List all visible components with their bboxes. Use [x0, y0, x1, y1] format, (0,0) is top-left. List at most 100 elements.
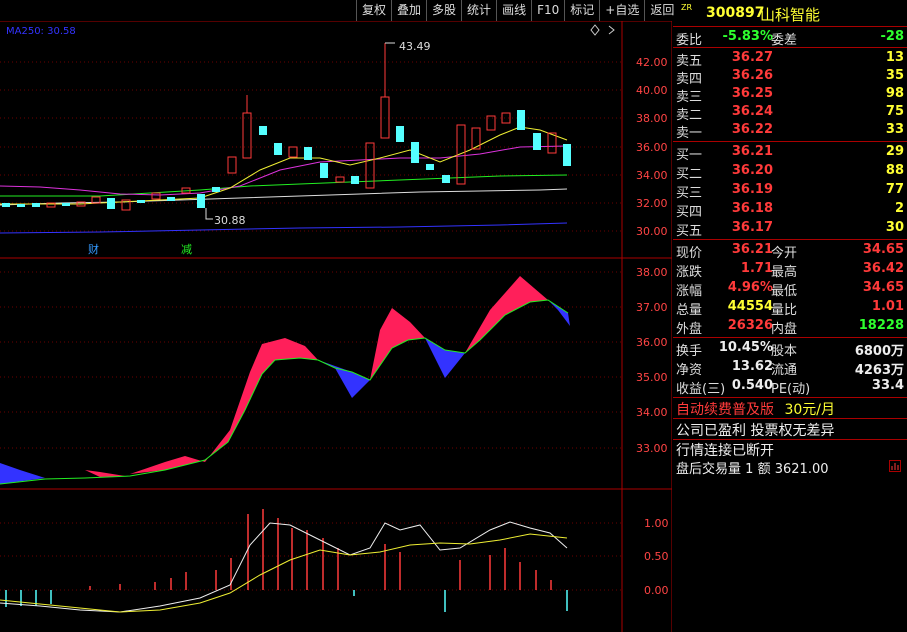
bid-row[interactable]: 买四 36.18 2: [673, 200, 907, 220]
quote-row: 涨跌 1.71 最高 36.42: [673, 260, 907, 280]
bid-row[interactable]: 买一 36.21 29: [673, 143, 907, 163]
osc-tick: 1.00: [644, 517, 669, 530]
ask-volume: 35: [885, 68, 904, 83]
bid-label: 买二: [676, 167, 703, 182]
ask-row[interactable]: 卖二 36.24 75: [673, 103, 907, 123]
fundamental-label: 收益(三): [676, 382, 726, 397]
bid-price: 36.18: [731, 201, 773, 216]
quote-label: 最低: [771, 284, 798, 299]
low-price-marker: 30.88: [214, 214, 246, 227]
quote-panel: ZR 300897 山科智能 委比 -5.83% 委差 -28 卖五 36.27…: [673, 0, 907, 632]
toolbar-fuquan-button[interactable]: 复权: [356, 0, 391, 21]
ask-volume: 98: [885, 86, 904, 101]
ma-mid-line: [0, 174, 568, 197]
toolbar-stats-button[interactable]: 统计: [461, 0, 496, 21]
ask-row[interactable]: 卖一 36.22 33: [673, 121, 907, 141]
bid-volume: 2: [894, 201, 904, 216]
fundamental-value: 33.4: [871, 378, 904, 393]
ask-price: 36.26: [731, 68, 773, 83]
chip-tick: 35.00: [636, 371, 668, 384]
connection-status: 行情连接已断开: [676, 443, 774, 459]
ask-row[interactable]: 卖三 36.25 98: [673, 85, 907, 105]
quote-value: 36.42: [862, 261, 904, 276]
chart-toolbar: 复权 叠加 多股 统计 画线 F10 标记 +自选 返回: [356, 0, 674, 21]
quote-value: 34.65: [862, 242, 904, 257]
event-tag-reduce[interactable]: 减: [181, 243, 192, 256]
quote-row: 总量 44554 量比 1.01: [673, 298, 907, 318]
promo-text: 自动续费普及版: [676, 402, 774, 418]
quote-label: 量比: [771, 303, 798, 318]
promo-price: 30元/月: [784, 402, 835, 418]
chip-tick: 37.00: [636, 301, 668, 314]
quote-value: 1.01: [871, 299, 904, 314]
quote-label: 最高: [771, 265, 798, 280]
ask-volume: 75: [885, 104, 904, 119]
osc-white-line: [0, 521, 568, 613]
order-ratio-value: -5.83%: [722, 29, 774, 44]
company-notice: 公司已盈利 投票权无差异: [676, 423, 835, 439]
chip-tick: 36.00: [636, 336, 668, 349]
bid-price: 36.17: [731, 220, 773, 235]
bid-volume: 77: [885, 182, 904, 197]
toolbar-multi-stock-button[interactable]: 多股: [426, 0, 461, 21]
fundamental-value: 13.62: [731, 359, 773, 374]
settings-diamond-icon[interactable]: [590, 24, 600, 36]
quote-value: 18228: [858, 318, 904, 333]
ask-row[interactable]: 卖四 36.26 35: [673, 67, 907, 87]
ask-row[interactable]: 卖五 36.27 13: [673, 49, 907, 69]
bar-chart-icon[interactable]: [889, 460, 901, 472]
toolbar-mark-button[interactable]: 标记: [564, 0, 599, 21]
order-diff-label: 委差: [771, 33, 798, 48]
after-hours-volume: 盘后交易量 1 额 3621.00: [676, 458, 829, 477]
fundamental-label: 换手: [676, 344, 703, 359]
fundamental-label: 股本: [771, 344, 798, 359]
order-ratio-label: 委比: [676, 33, 703, 48]
bid-label: 买五: [676, 224, 703, 239]
ask-volume: 13: [885, 50, 904, 65]
fundamental-label: PE(动): [771, 382, 811, 397]
bid-row[interactable]: 买五 36.17 30: [673, 219, 907, 239]
subscription-promo[interactable]: 自动续费普及版 30元/月: [676, 399, 835, 419]
after-hours-label: 盘后交易量: [676, 462, 742, 477]
chip-tick: 33.00: [636, 442, 668, 455]
ask-volume: 33: [885, 122, 904, 137]
stock-name: 山科智能: [760, 6, 821, 24]
ma250-label: MA250: 30.58: [6, 26, 76, 37]
collapse-icon[interactable]: [608, 25, 615, 35]
toolbar-add-watchlist-button[interactable]: +自选: [599, 0, 644, 21]
toolbar-overlay-button[interactable]: 叠加: [391, 0, 426, 21]
chart-area[interactable]: MA250: 30.58 42.00 40.00 38.00 36.00 34.…: [0, 21, 672, 632]
fundamental-value: 10.45%: [718, 340, 773, 355]
bid-row[interactable]: 买二 36.20 88: [673, 162, 907, 182]
quote-value: 26326: [727, 318, 773, 333]
ma-short-line: [0, 145, 568, 196]
quote-row: 涨幅 4.96% 最低 34.65: [673, 279, 907, 299]
quote-label: 外盘: [676, 322, 703, 337]
ask-price: 36.25: [731, 86, 773, 101]
osc-tick: 0.00: [644, 584, 669, 597]
quote-value: 4.96%: [727, 280, 773, 295]
bid-price: 36.19: [731, 182, 773, 197]
price-tick: 40.00: [636, 84, 668, 97]
ma250-line: [0, 222, 568, 234]
bid-volume: 29: [885, 144, 904, 159]
fundamental-row: 净资 13.62 流通 4263万: [673, 358, 907, 378]
fundamental-label: 流通: [771, 363, 798, 378]
price-tick: 30.00: [636, 225, 668, 238]
event-tag-financial[interactable]: 财: [88, 242, 99, 256]
bid-label: 买四: [676, 205, 703, 220]
toolbar-draw-button[interactable]: 画线: [496, 0, 531, 21]
after-hours-amount-label: 额: [757, 462, 771, 477]
ask-price: 36.22: [731, 122, 773, 137]
osc-tick: 0.50: [644, 550, 669, 563]
quote-value: 44554: [727, 299, 773, 314]
osc-yellow-line: [0, 533, 568, 613]
toolbar-f10-button[interactable]: F10: [531, 0, 564, 21]
market-badge: ZR: [681, 3, 693, 12]
stock-code: 300897: [706, 5, 765, 21]
quote-label: 今开: [771, 246, 798, 261]
quote-value: 1.71: [740, 261, 773, 276]
bid-row[interactable]: 买三 36.19 77: [673, 181, 907, 201]
bid-price: 36.21: [731, 144, 773, 159]
order-diff-value: -28: [880, 29, 905, 44]
